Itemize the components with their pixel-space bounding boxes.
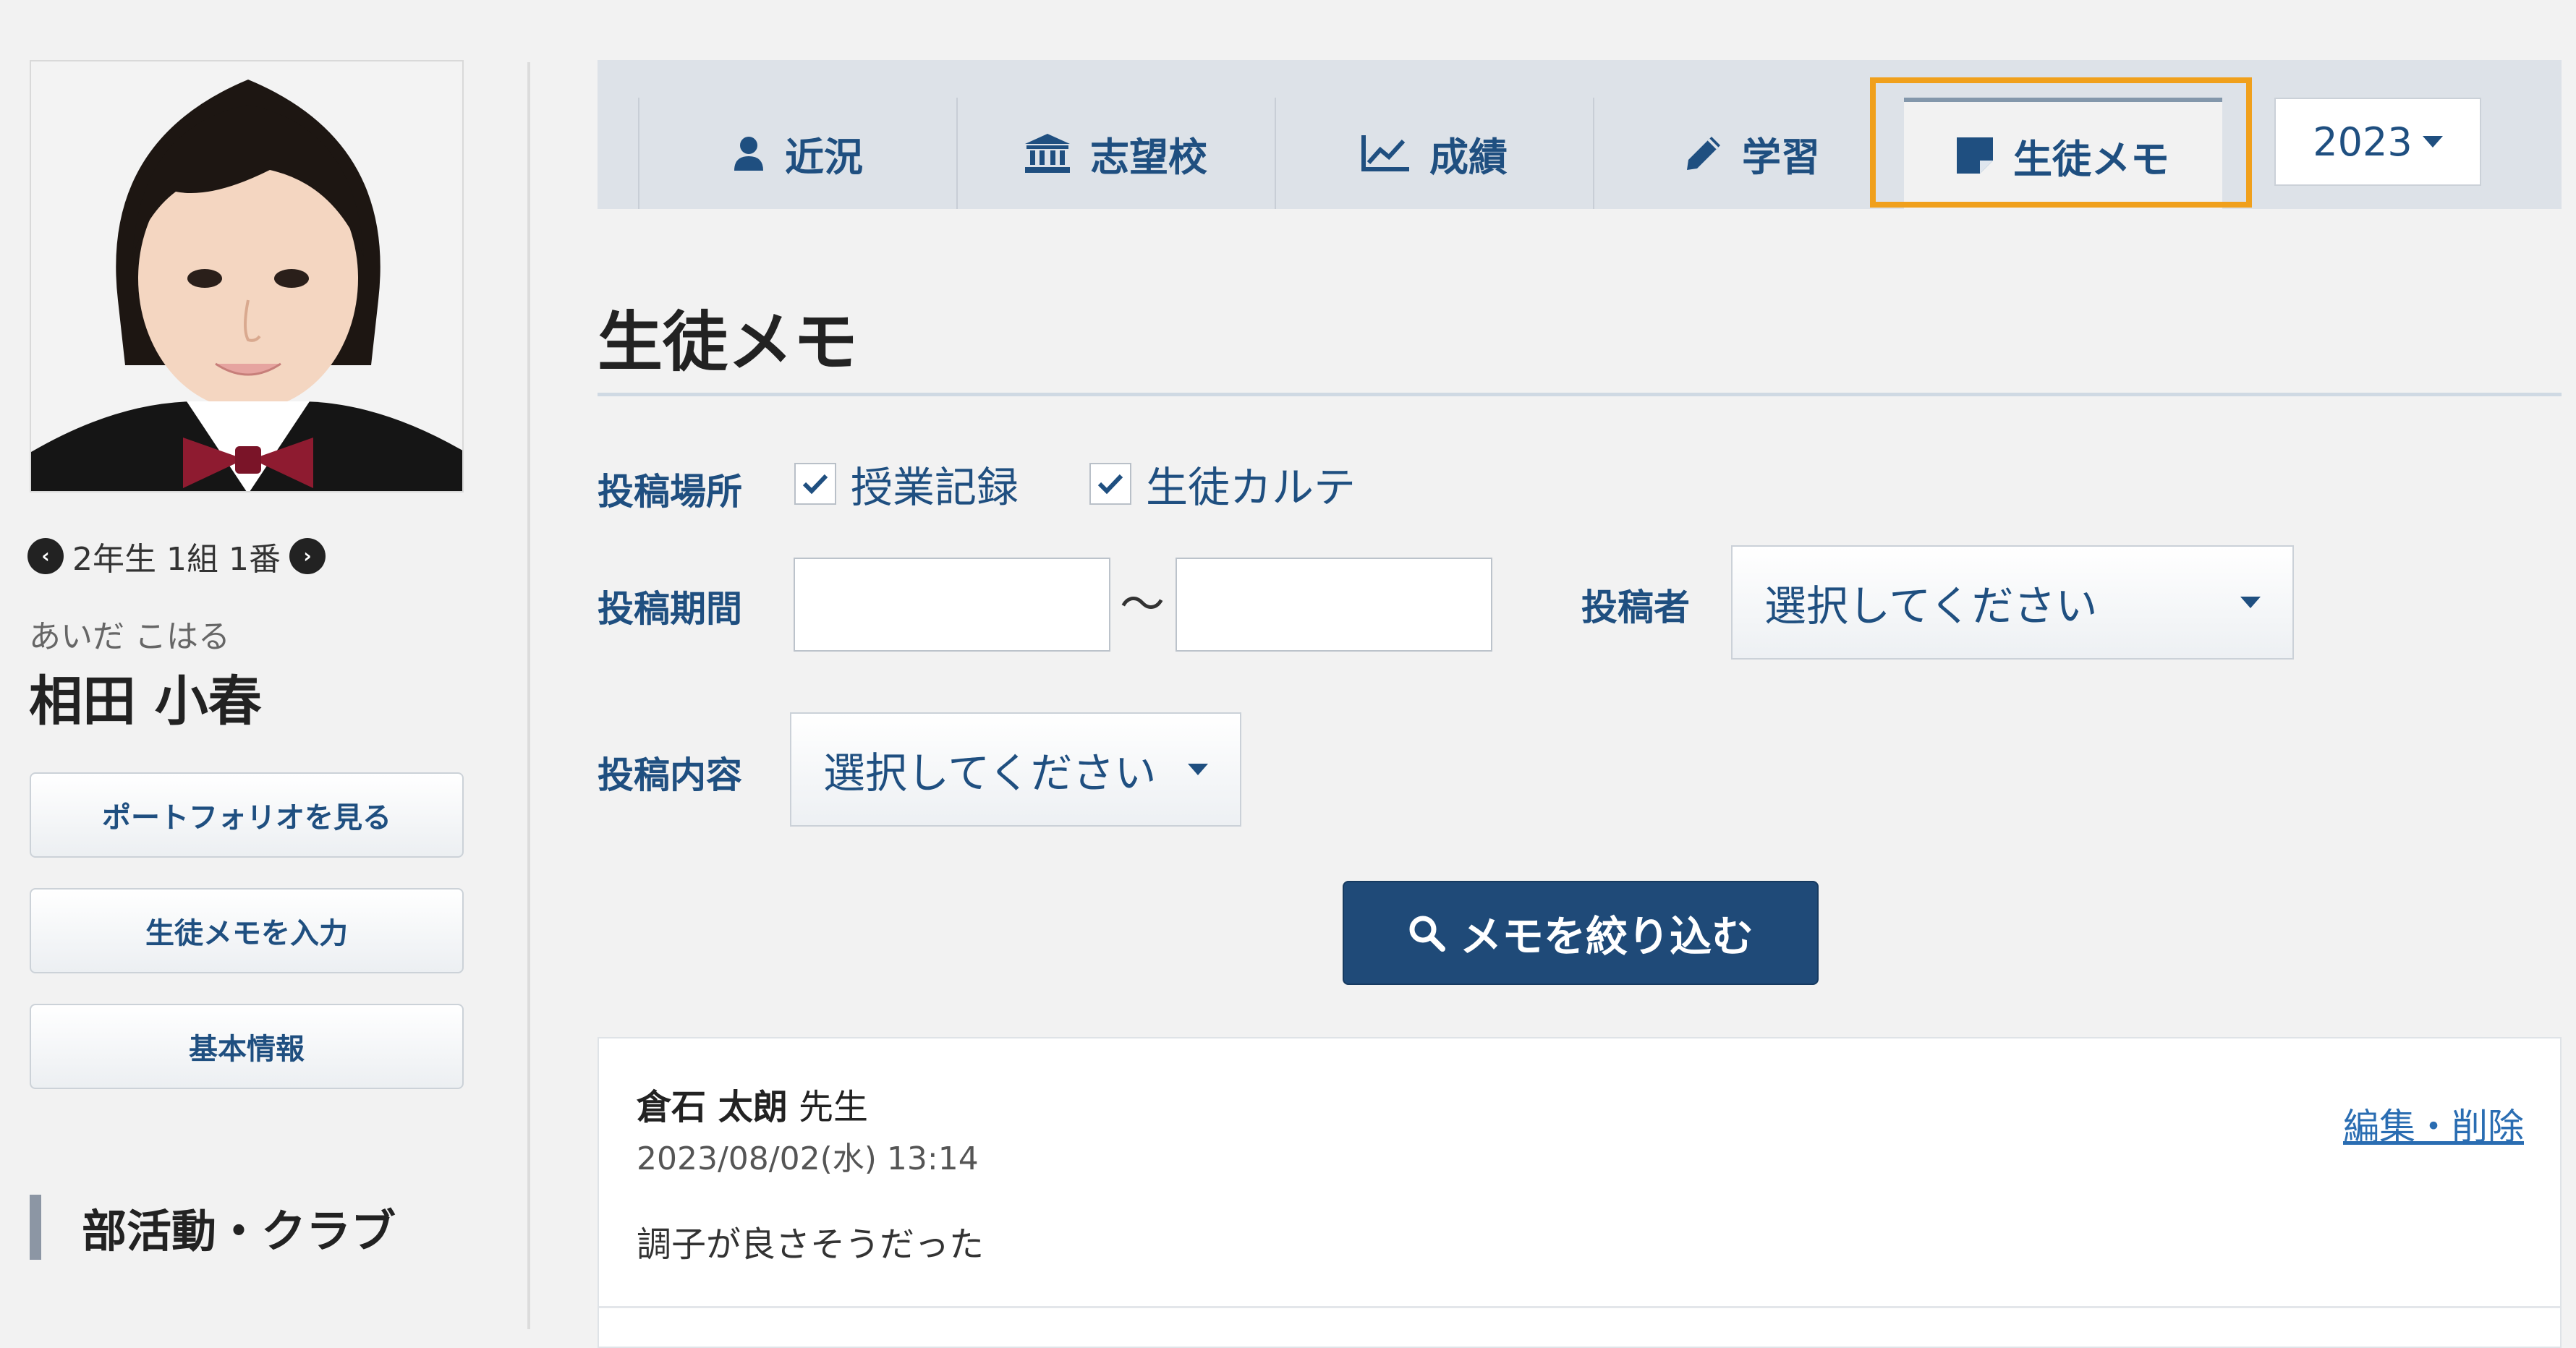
- checkbox-student-chart[interactable]: 生徒カルテ: [1089, 453, 1356, 514]
- pencil-icon: [1686, 135, 1722, 171]
- tab-grades-label: 成績: [1429, 134, 1508, 180]
- post-period-label: 投稿期間: [598, 588, 742, 630]
- university-icon: [1025, 134, 1070, 173]
- filter-memo-button-label: メモを絞り込む: [1459, 912, 1754, 961]
- year-select-value: 2023: [2313, 119, 2413, 165]
- search-icon: [1408, 914, 1445, 952]
- enter-memo-button[interactable]: 生徒メモを入力: [30, 888, 464, 973]
- tab-bar: 近況 志望校 成績 学習 生徒メモ: [598, 60, 2562, 209]
- tab-grades[interactable]: 成績: [1275, 98, 1593, 209]
- poster-select[interactable]: 選択してください: [1731, 545, 2294, 660]
- line-chart-icon: [1361, 135, 1409, 171]
- memo-author-suffix: 先生: [798, 1087, 868, 1127]
- tab-study-label: 学習: [1742, 134, 1820, 180]
- filter-memo-button[interactable]: メモを絞り込む: [1343, 881, 1819, 985]
- memo-body: 調子が良さそうだった: [637, 1224, 985, 1265]
- tab-study[interactable]: 学習: [1593, 98, 1911, 209]
- caret-down-icon: [2240, 597, 2261, 608]
- club-section-title: 部活動・クラブ: [30, 1195, 396, 1260]
- poster-select-value: 選択してください: [1764, 581, 2098, 631]
- student-sidebar: ‹ 2年生 1組 1番 › あいだ こはる 相田 小春 ポートフォリオを見る 生…: [0, 0, 528, 1329]
- sidebar-divider: [527, 62, 530, 1329]
- period-separator: ～: [1120, 578, 1165, 631]
- caret-down-icon: [1188, 764, 1208, 775]
- student-photo: [30, 60, 464, 492]
- tab-recent[interactable]: 近況: [638, 98, 956, 209]
- active-tab-highlight: [1870, 77, 2252, 208]
- memo-divider: [599, 1306, 2560, 1308]
- checkbox-class-record-label: 授業記録: [851, 463, 1019, 512]
- memo-card: 倉石 太朗 先生 2023/08/02(水) 13:14 編集・削除 調子が良さ…: [598, 1037, 2562, 1348]
- page-title: 生徒メモ: [598, 304, 858, 380]
- checkbox-box[interactable]: [794, 463, 836, 505]
- check-icon: [1097, 474, 1123, 495]
- memo-author-name: 倉石 太朗: [637, 1087, 788, 1127]
- prev-student-icon[interactable]: ‹: [27, 538, 64, 574]
- class-info: 2年生 1組 1番: [72, 541, 281, 578]
- view-portfolio-button[interactable]: ポートフォリオを見る: [30, 772, 464, 858]
- student-portrait-image: [31, 61, 462, 491]
- post-content-label: 投稿内容: [598, 754, 742, 796]
- content-select[interactable]: 選択してください: [790, 712, 1241, 827]
- memo-author: 倉石 太朗 先生: [637, 1078, 868, 1129]
- next-student-icon[interactable]: ›: [289, 538, 326, 574]
- student-name: 相田 小春: [29, 670, 262, 733]
- tab-target-school-label: 志望校: [1090, 134, 1207, 180]
- period-from-input[interactable]: [794, 558, 1110, 652]
- tab-target-school[interactable]: 志望校: [956, 98, 1275, 209]
- checkbox-class-record[interactable]: 授業記録: [794, 453, 1019, 514]
- basic-info-button[interactable]: 基本情報: [30, 1004, 464, 1089]
- post-location-label: 投稿場所: [598, 471, 742, 513]
- class-navigator: ‹ 2年生 1組 1番 ›: [27, 532, 326, 580]
- memo-edit-delete-link[interactable]: 編集・削除: [2343, 1098, 2524, 1150]
- check-icon: [802, 474, 828, 495]
- content-select-value: 選択してください: [823, 748, 1157, 798]
- checkbox-box[interactable]: [1089, 463, 1131, 505]
- checkbox-student-chart-label: 生徒カルテ: [1146, 463, 1356, 512]
- period-to-input[interactable]: [1176, 558, 1492, 652]
- user-icon: [733, 136, 765, 171]
- memo-datetime: 2023/08/02(水) 13:14: [637, 1140, 979, 1177]
- tab-recent-label: 近況: [785, 134, 863, 180]
- title-divider: [598, 393, 2562, 396]
- poster-label: 投稿者: [1581, 586, 1690, 628]
- year-select[interactable]: 2023: [2274, 98, 2481, 186]
- student-name-kana: あいだ こはる: [29, 618, 230, 655]
- caret-down-icon: [2422, 136, 2443, 148]
